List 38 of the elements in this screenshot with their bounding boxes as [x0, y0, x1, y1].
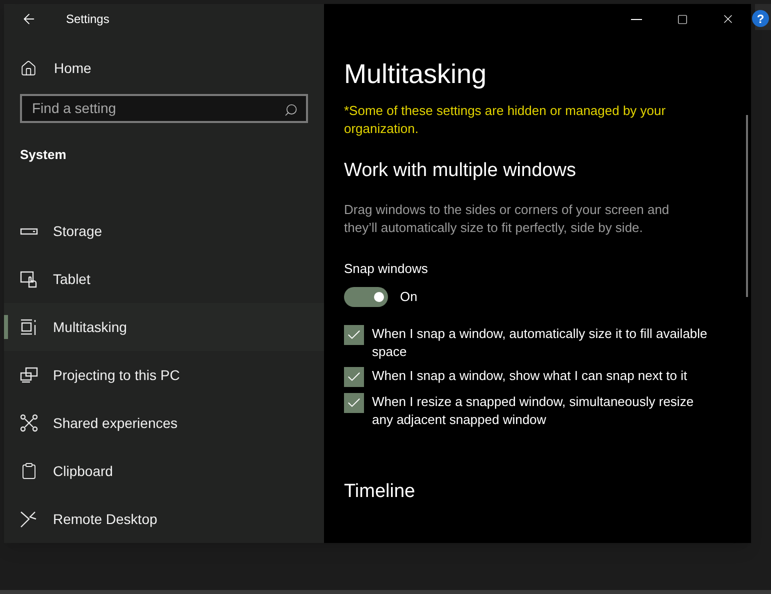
storage-drive-icon [20, 228, 38, 234]
nav-item[interactable]: Storage [4, 207, 324, 255]
scrollbar-thumb[interactable] [746, 115, 748, 297]
nav-item[interactable]: Shared experiences [4, 399, 324, 447]
checkbox-label: When I snap a window, show what I can snap next to it [372, 367, 688, 385]
clipboard-icon [20, 462, 38, 480]
monitors-icon [20, 366, 38, 384]
tablet-touch-icon [20, 270, 38, 288]
checkbox[interactable] [344, 325, 364, 345]
maximize-icon [676, 14, 688, 24]
window-title: Settings [66, 10, 110, 28]
checkbox-label: When I resize a snapped window, simultaneously resize any adjacent snapped window [372, 393, 695, 429]
multitasking-icon [20, 318, 38, 336]
nav-item[interactable]: Clipboard [4, 447, 324, 495]
nav-item[interactable]: Remote Desktop [4, 495, 324, 543]
minimize-icon [630, 18, 642, 20]
section-heading: Work with multiple windows [344, 159, 577, 183]
search-icon [284, 102, 298, 117]
home-nav-item[interactable]: Home [20, 57, 92, 81]
checkbox[interactable] [344, 367, 364, 387]
checkbox[interactable] [344, 393, 364, 413]
managed-notice: *Some of these settings are hidden or managed by your organization. [344, 102, 667, 138]
help-badge[interactable]: ? [752, 10, 769, 27]
section-title: System [20, 146, 68, 164]
search-field[interactable]: Find a setting [20, 94, 308, 122]
nav-item[interactable]: Multitasking [4, 303, 324, 351]
nav-item[interactable]: Projecting to this PC [4, 351, 324, 399]
nav-item[interactable]: Tablet [4, 255, 324, 303]
remote-desktop-icon [20, 510, 38, 528]
section-heading: Timeline [344, 480, 416, 504]
section-description: Drag windows to the sides or corners of your screen and they’ll automatically size to fit perfectly, side by side. [344, 201, 670, 237]
toggle-label: Snap windows [344, 260, 429, 278]
checkbox-label: When I snap a window, automatically size it to fill available space [372, 325, 708, 361]
page-title: Multitasking [344, 58, 488, 91]
network-nodes-icon [20, 414, 38, 432]
toggle-switch[interactable] [344, 287, 388, 307]
home-icon [20, 60, 37, 78]
toggle-state: On [400, 288, 418, 306]
